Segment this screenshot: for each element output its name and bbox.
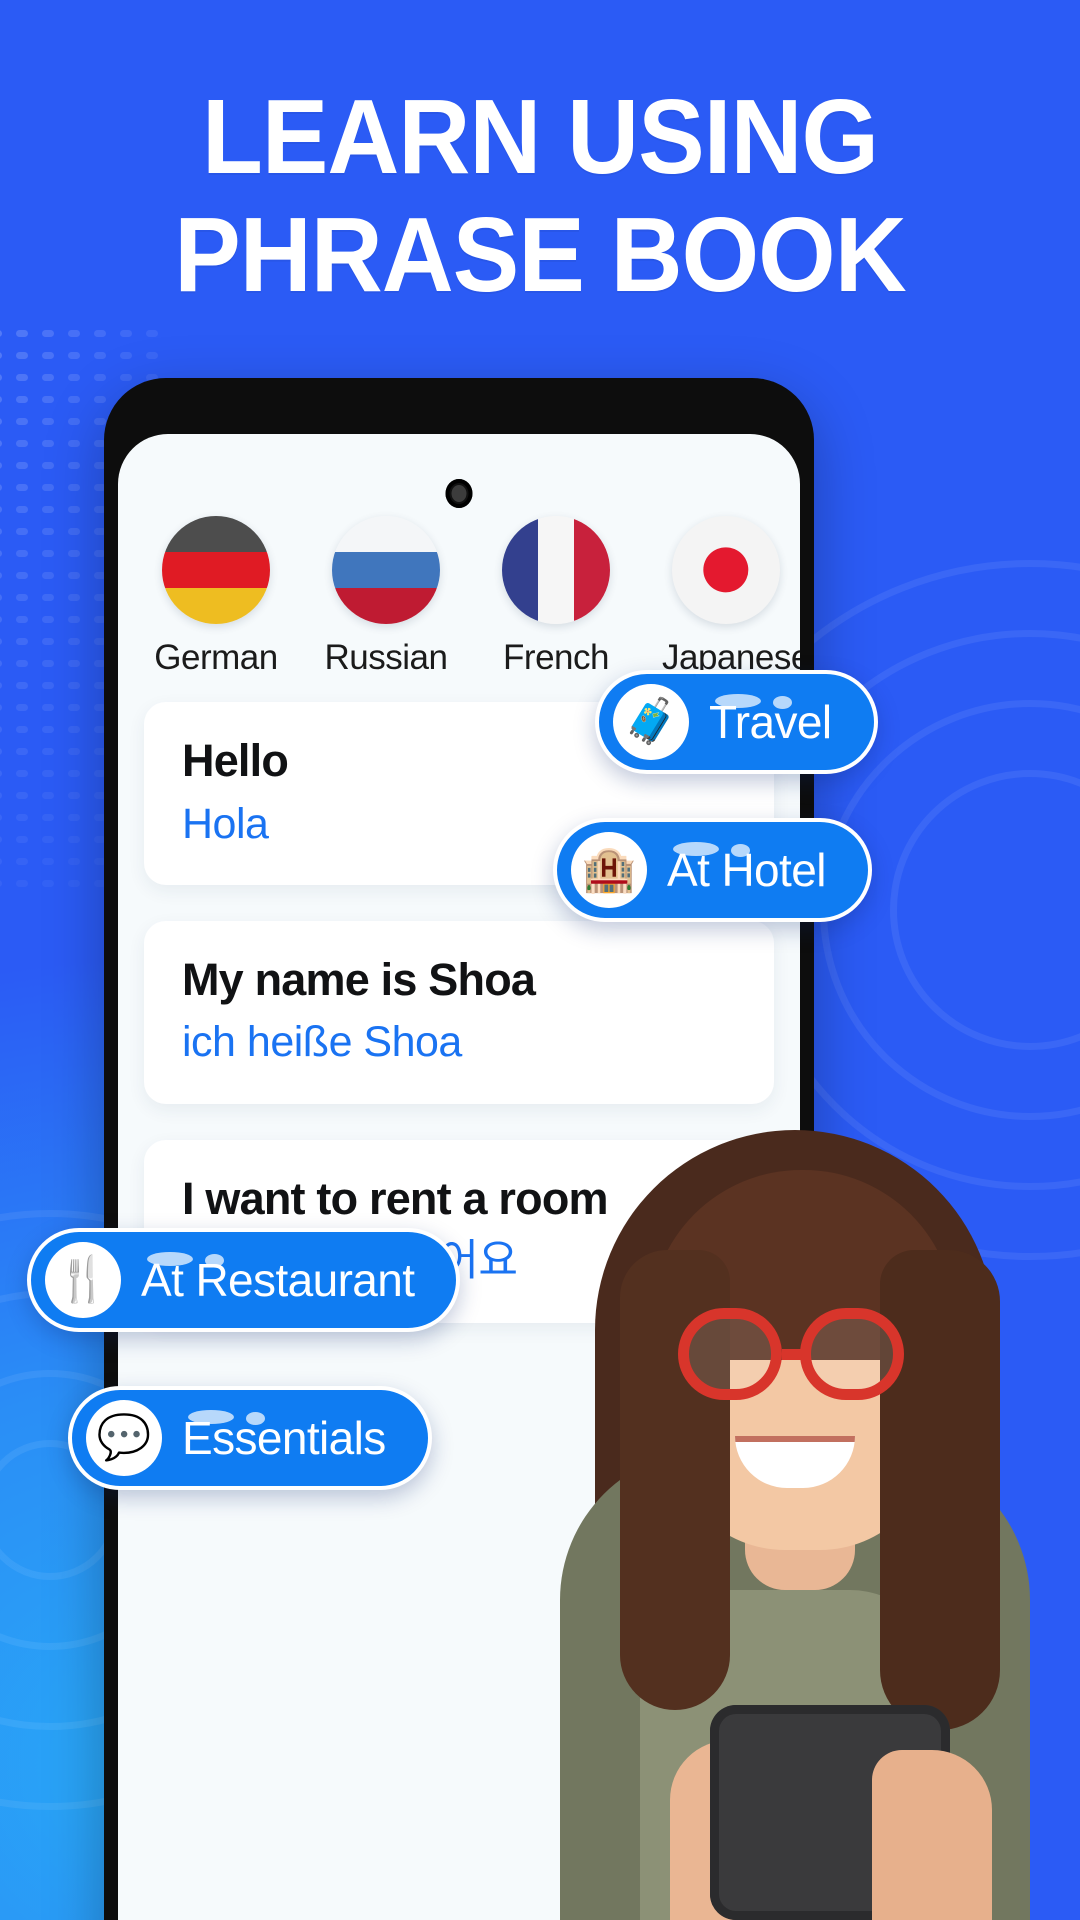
flag-france-icon: [502, 516, 610, 624]
category-label: Essentials: [182, 1412, 386, 1464]
cutlery-icon: 🍴: [45, 1242, 121, 1318]
phrase-english: I want to rent a room: [182, 1172, 609, 1224]
language-item-russian[interactable]: Russian: [322, 516, 450, 678]
hotel-icon: 🏨: [571, 832, 647, 908]
language-label: French: [503, 638, 609, 677]
language-item-german[interactable]: German: [152, 516, 280, 678]
headline-line-2: PHRASE BOOK: [174, 196, 906, 314]
language-selector[interactable]: German Russian French Japanese: [118, 516, 800, 696]
language-label: Russian: [324, 638, 448, 677]
language-item-japanese[interactable]: Japanese: [662, 516, 800, 678]
category-label: At Restaurant: [141, 1254, 415, 1306]
flag-russia-icon: [332, 516, 440, 624]
category-pill-travel[interactable]: 🧳 Travel: [595, 670, 878, 774]
flag-japan-icon: [672, 516, 780, 624]
phrase-card[interactable]: My name is Shoa ich heiße Shoa: [144, 920, 774, 1104]
headline-line-1: LEARN USING: [201, 78, 879, 196]
phrase-translation: ich heiße Shoa: [182, 1018, 462, 1067]
phone-screen: German Russian French Japanese Hello Hol…: [118, 434, 800, 1920]
language-label: German: [154, 638, 278, 677]
category-label: At Hotel: [667, 844, 826, 896]
category-pill-at-restaurant[interactable]: 🍴 At Restaurant: [27, 1228, 461, 1332]
flag-germany-icon: [162, 516, 270, 624]
phrase-english: My name is Shoa: [182, 953, 536, 1005]
category-pill-essentials[interactable]: 💬 Essentials: [68, 1386, 432, 1490]
suitcase-icon: 🧳: [613, 684, 689, 760]
phone-mockup: German Russian French Japanese Hello Hol…: [104, 378, 814, 1920]
front-camera-icon: [445, 479, 473, 508]
page-title: LEARN USING PHRASE BOOK: [32, 78, 1047, 314]
category-label: Travel: [709, 696, 832, 748]
chat-bubble-icon: 💬: [86, 1400, 162, 1476]
category-pill-at-hotel[interactable]: 🏨 At Hotel: [553, 818, 872, 922]
language-item-french[interactable]: French: [492, 516, 620, 678]
